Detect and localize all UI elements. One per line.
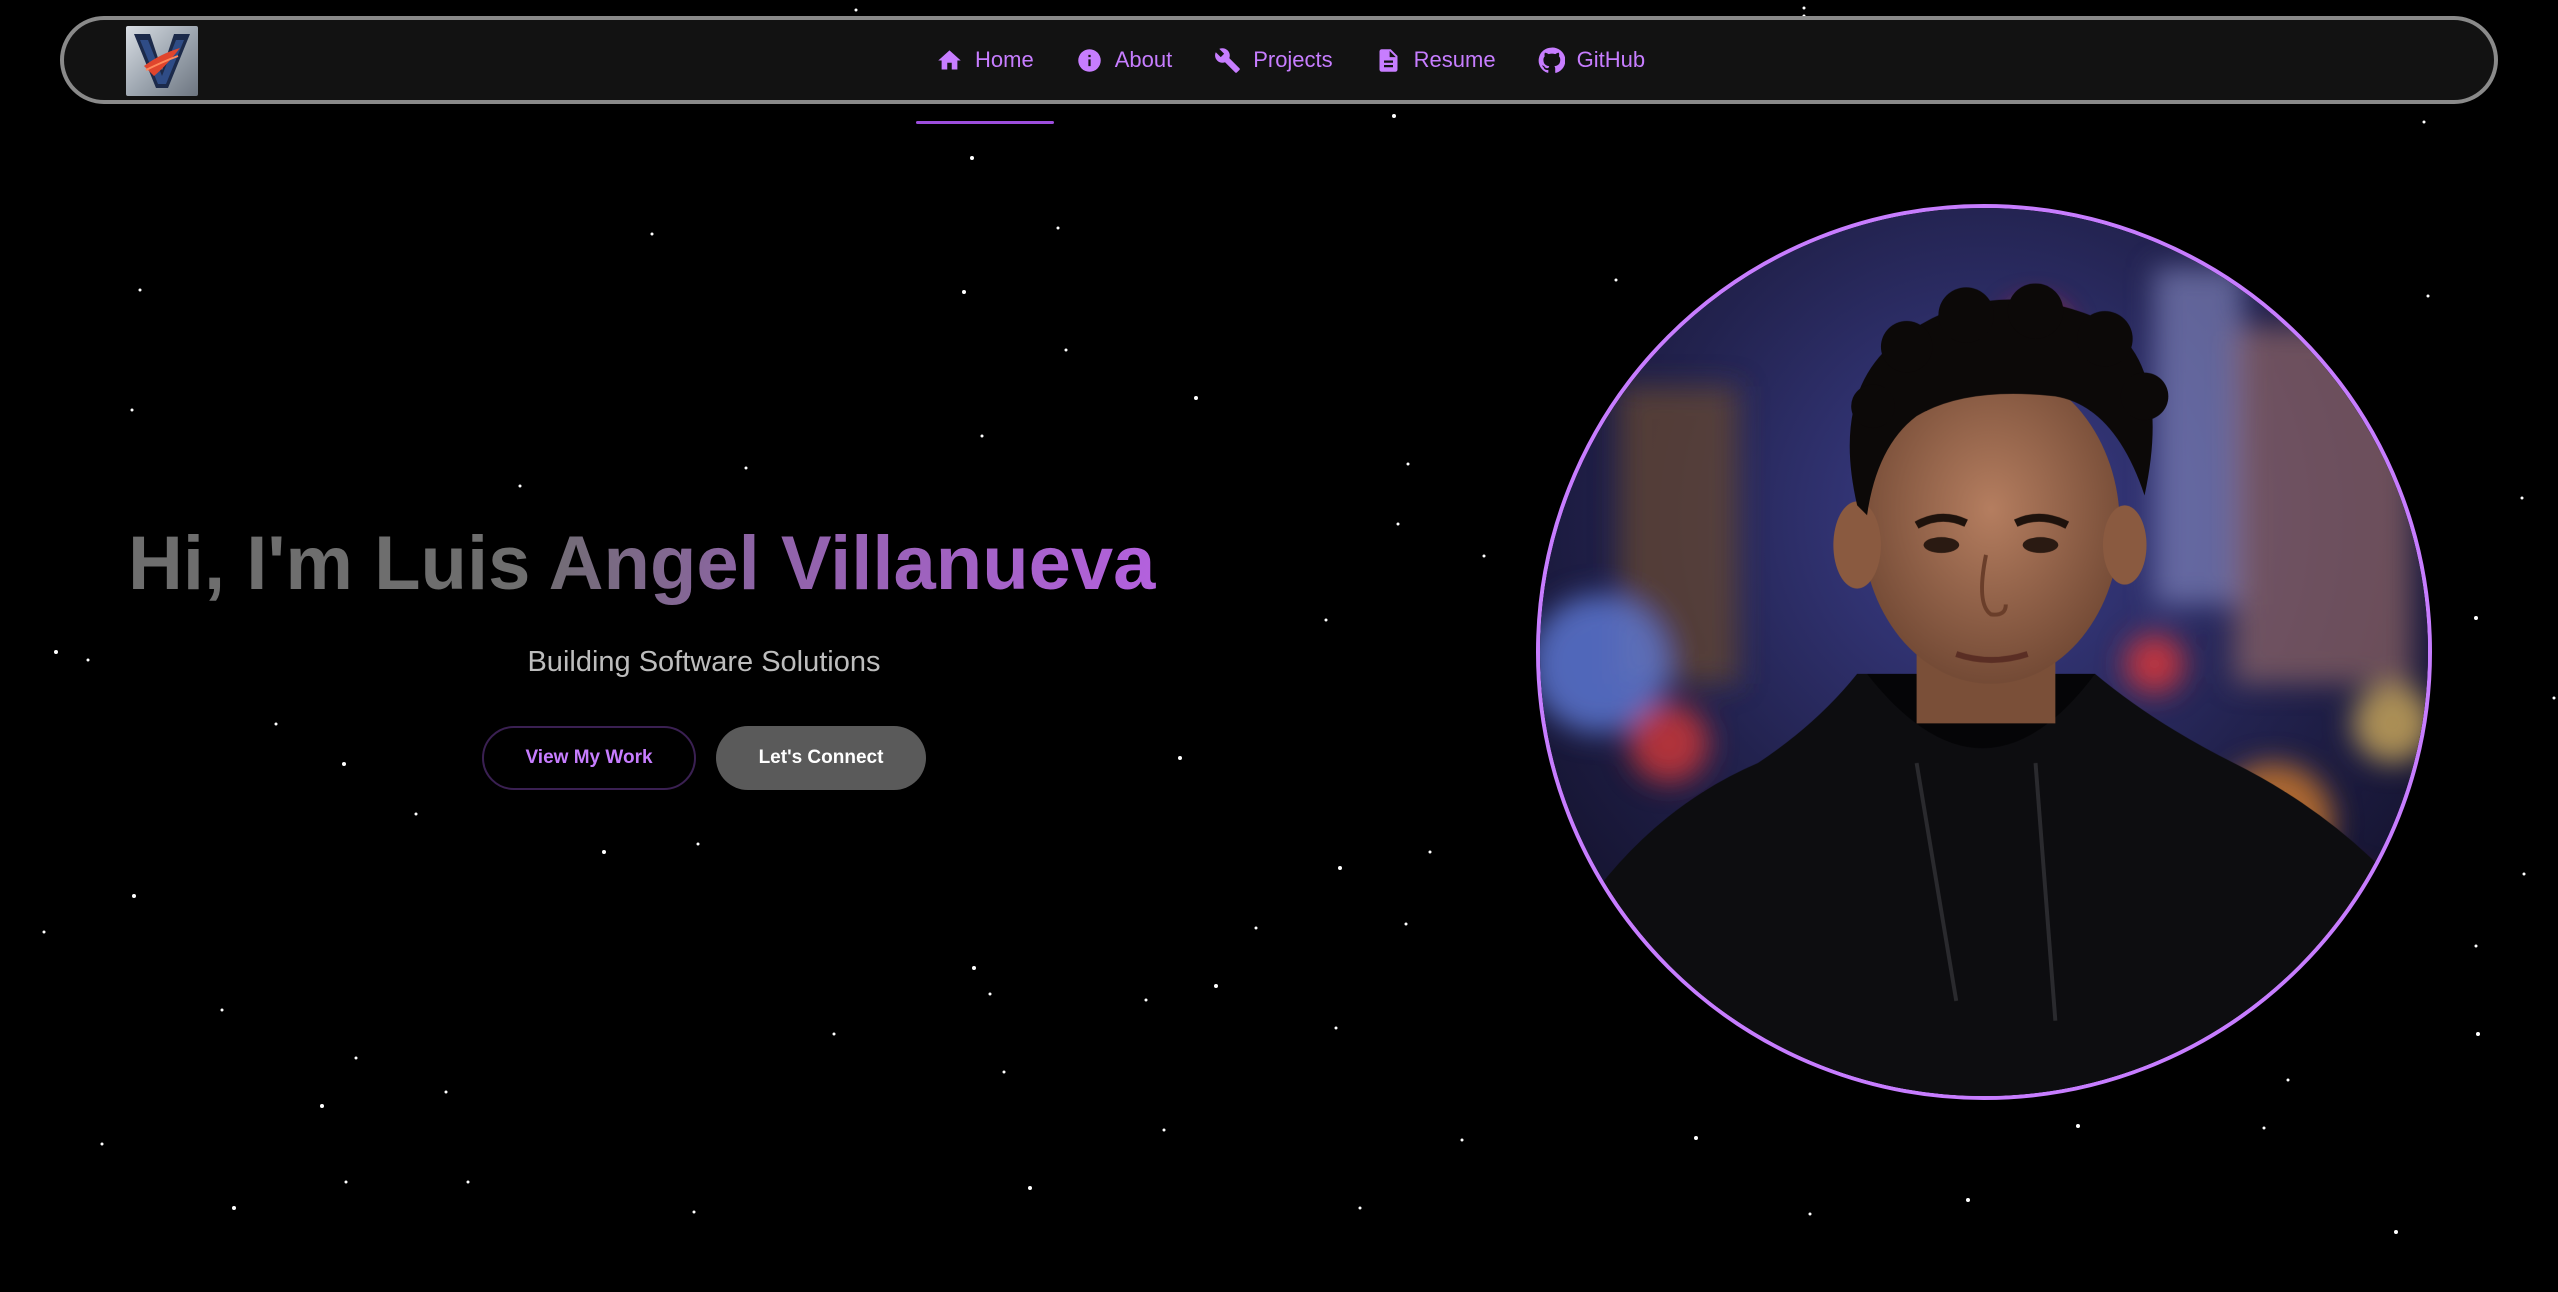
nav-item-about[interactable]: About <box>1076 20 1173 100</box>
nav-menu: Home About Projects Resume GitHub <box>916 20 1645 124</box>
nav-item-label: Home <box>975 47 1034 72</box>
page: Home About Projects Resume GitHub Hi, I'… <box>0 0 2558 1292</box>
nav-item-label: Projects <box>1253 47 1333 72</box>
wrench-icon <box>1215 47 1241 73</box>
hero-buttons: View My Work Let's Connect <box>482 726 926 790</box>
hero-title: Hi, I'm Luis Angel Villanueva <box>128 516 1288 612</box>
document-icon <box>1379 48 1398 72</box>
navbar: Home About Projects Resume GitHub <box>60 16 2498 124</box>
nav-item-projects[interactable]: Projects <box>1214 20 1333 100</box>
home-icon <box>938 49 961 69</box>
github-icon <box>1538 47 1565 73</box>
nav-item-resume[interactable]: Resume <box>1375 20 1496 100</box>
lets-connect-button[interactable]: Let's Connect <box>716 726 926 790</box>
v-logo-icon <box>134 34 190 88</box>
view-my-work-button[interactable]: View My Work <box>482 726 696 790</box>
profile-photo <box>1536 204 2432 1100</box>
profile-photo-image <box>1540 208 2428 1096</box>
nav-item-label: About <box>1114 47 1173 72</box>
nav-item-home[interactable]: Home <box>916 20 1054 124</box>
hero-subtitle: Building Software Solutions <box>527 646 881 678</box>
nav-item-label: GitHub <box>1576 47 1646 72</box>
site-logo[interactable] <box>126 26 198 96</box>
info-icon <box>1077 48 1101 72</box>
nav-item-github[interactable]: GitHub <box>1538 20 1645 100</box>
nav-item-label: Resume <box>1413 47 1496 72</box>
